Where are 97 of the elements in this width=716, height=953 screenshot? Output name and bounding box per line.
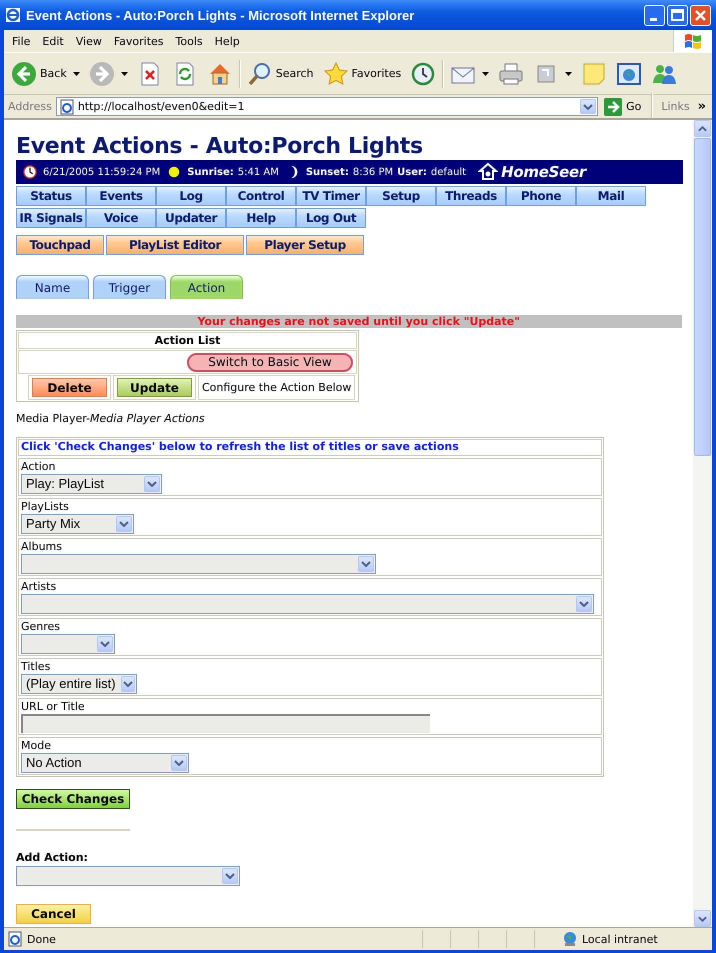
select-field[interactable]: Play: PlayList — [21, 474, 162, 494]
address-field[interactable]: http://localhost/even0&edit=1 — [56, 97, 598, 116]
field-label: Add Action: — [16, 851, 89, 865]
sunrise-label: Sunrise: — [187, 166, 234, 178]
clock-icon — [23, 165, 37, 179]
go-button[interactable]: Go — [602, 98, 648, 116]
field-label: PlayLists — [21, 499, 69, 514]
menu-item[interactable]: Favorites — [108, 34, 170, 48]
nav-button[interactable]: Events — [86, 186, 156, 206]
tab[interactable]: Action — [170, 275, 243, 299]
sunrise-time: 5:41 AM — [238, 166, 279, 178]
field-label: Genres — [21, 619, 60, 634]
nav-button[interactable]: Threads — [436, 186, 506, 206]
window-title: Event Actions - Auto:Porch Lights - Microsoft Internet Explorer — [26, 8, 416, 22]
field-label: Albums — [21, 539, 62, 554]
update-button[interactable]: Update — [117, 378, 192, 397]
user-name: default — [430, 166, 466, 178]
printer-icon — [498, 60, 524, 86]
menu-item[interactable]: View — [70, 34, 108, 48]
close-button[interactable] — [690, 4, 711, 26]
delete-button[interactable]: Delete — [32, 378, 107, 397]
select-field[interactable] — [21, 554, 376, 574]
logo: HomeSeer — [501, 163, 586, 181]
search-icon — [246, 60, 273, 86]
maximize-icon — [671, 9, 684, 21]
links-button[interactable]: Links — [657, 100, 694, 113]
select-field[interactable]: (Play entire list) — [21, 674, 137, 694]
menu-item[interactable]: Tools — [170, 34, 209, 48]
status-text: Done — [27, 932, 57, 946]
toolbar-button[interactable]: Search — [244, 58, 317, 88]
house-gear-icon — [478, 162, 498, 182]
minimize-button[interactable] — [644, 4, 665, 26]
close-icon — [695, 10, 706, 20]
page-icon — [7, 931, 23, 947]
nav-button[interactable]: Help — [226, 208, 296, 228]
note-icon — [581, 60, 608, 86]
sunset-time: 8:36 PM — [352, 166, 394, 178]
nav-button[interactable]: TV Timer — [296, 186, 366, 206]
field-label: URL or Title — [21, 699, 85, 714]
sunset-label: Sunset: — [306, 166, 349, 178]
date-time: 6/21/2005 11:59:24 PM — [43, 166, 160, 178]
plugin-button[interactable]: PlayList Editor — [106, 235, 244, 255]
page-heading: Event Actions - Auto:Porch Lights — [16, 134, 424, 160]
address-label: Address — [8, 100, 52, 113]
star-icon — [322, 60, 349, 86]
nav-button[interactable]: Control — [226, 186, 296, 206]
scroll-up-button[interactable] — [694, 120, 711, 137]
sun-icon — [167, 165, 182, 179]
nav-button[interactable]: Mail — [576, 186, 646, 206]
nav-button[interactable]: IR Signals — [16, 208, 86, 228]
field-label: Artists — [21, 579, 56, 594]
instruction-text: Click 'Check Changes' below to refresh the list of titles or save actions — [18, 439, 602, 456]
plugin-button[interactable]: Touchpad — [16, 235, 104, 255]
scroll-down-button[interactable] — [694, 910, 711, 927]
network-globe-icon — [562, 931, 578, 947]
field-label: Action — [21, 459, 56, 474]
check-changes-button[interactable]: Check Changes — [16, 789, 130, 809]
cancel-button[interactable]: Cancel — [16, 904, 91, 924]
scroll-thumb[interactable] — [694, 138, 711, 456]
nav-button[interactable]: Log Out — [296, 208, 366, 228]
user-label: User: — [397, 166, 427, 178]
notice-text: Your changes are not saved until you click "Update" — [197, 315, 520, 328]
plugin-button[interactable]: Player Setup — [246, 235, 364, 255]
clock-icon — [410, 60, 436, 86]
menu-item[interactable]: Edit — [36, 34, 70, 48]
select-field[interactable] — [16, 866, 240, 886]
table-header: Action List — [18, 332, 357, 349]
toolbar-button[interactable]: Back — [8, 58, 83, 88]
tab[interactable]: Name — [16, 275, 89, 299]
field-label: Titles — [21, 659, 50, 674]
page-icon — [58, 98, 75, 114]
menu-item[interactable]: File — [6, 34, 36, 48]
chevron-icon[interactable]: » — [698, 99, 712, 114]
field-label: Mode — [21, 738, 51, 753]
nav-button[interactable]: Updater — [156, 208, 226, 228]
nav-button[interactable]: Setup — [366, 186, 436, 206]
tab[interactable]: Trigger — [93, 275, 166, 299]
globe-window-icon — [616, 60, 642, 86]
maximize-button[interactable] — [667, 4, 688, 26]
menu-item[interactable]: Help — [208, 34, 246, 48]
nav-button[interactable]: Status — [16, 186, 86, 206]
select-field[interactable] — [21, 594, 594, 614]
nav-button[interactable]: Log — [156, 186, 226, 206]
nav-button[interactable]: Phone — [506, 186, 576, 206]
go-arrow-icon — [604, 98, 622, 116]
toolbar-button[interactable]: Favorites — [320, 58, 404, 88]
select-field[interactable]: No Action — [21, 753, 189, 773]
text-field[interactable] — [21, 714, 430, 733]
zone-text: Local intranet — [582, 932, 659, 946]
browser-icon — [5, 7, 21, 23]
select-field[interactable] — [21, 634, 115, 654]
switch-view-button[interactable]: Switch to Basic View — [187, 352, 353, 372]
select-field[interactable]: Party Mix — [21, 514, 134, 534]
nav-button[interactable]: Voice — [86, 208, 156, 228]
plugin-name: Media Player-Media Player Actions — [16, 412, 206, 425]
minimize-icon — [650, 18, 656, 21]
hint-text: Configure the Action Below — [198, 375, 356, 400]
